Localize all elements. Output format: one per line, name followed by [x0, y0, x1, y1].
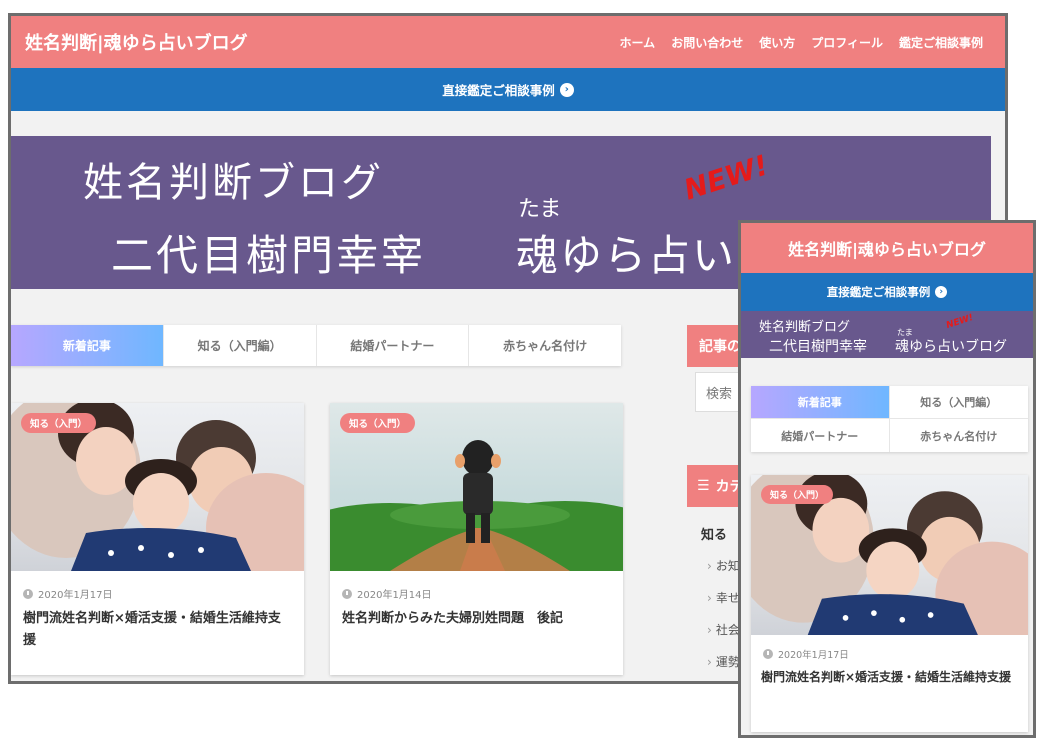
article-card[interactable]: 知る（入門） 2020年1月17日 樹門流姓名判断×婚活支援・結婚生活維持支援 [11, 403, 304, 675]
global-nav: ホーム お問い合わせ 使い方 プロフィール 鑑定ご相談事例 [620, 34, 991, 51]
clock-icon [342, 588, 352, 599]
article-date: 2020年1月17日 [23, 586, 113, 601]
nav-howto[interactable]: 使い方 [759, 34, 795, 51]
mobile-hero-banner[interactable]: 姓名判断ブログ たま 二代目樹門幸宰 魂ゆら占いブログ NEW! [741, 311, 1033, 358]
banner-ruby: たま [518, 197, 562, 222]
banner-line2: 二代目樹門幸宰 [111, 231, 427, 280]
nav-contact[interactable]: お問い合わせ [671, 34, 743, 51]
mobile-consult-cta-bar[interactable]: 直接鑑定ご相談事例 › [741, 273, 1033, 311]
tab-marriage[interactable]: 結婚パートナー [317, 325, 470, 366]
list-icon: ☰ [697, 478, 710, 494]
article-tabs: 新着記事 知る（入門編） 結婚パートナー 赤ちゃん名付け [11, 325, 621, 366]
tab-latest[interactable]: 新着記事 [11, 325, 164, 366]
article-date-text: 2020年1月17日 [778, 650, 849, 661]
mobile-tab-marriage[interactable]: 結婚パートナー [751, 419, 890, 452]
article-date: 2020年1月17日 [763, 647, 849, 661]
mobile-banner-line1: 姓名判断ブログ [759, 320, 851, 335]
article-title[interactable]: 姓名判断からみた夫婦別姓問題 後記 [342, 608, 612, 630]
chevron-right-icon: › [559, 82, 574, 97]
chevron-right-icon: › [935, 286, 948, 298]
article-date: 2020年1月14日 [342, 586, 432, 601]
mobile-site-header: 姓名判断|魂ゆら占いブログ [741, 223, 1033, 273]
nav-cases[interactable]: 鑑定ご相談事例 [899, 34, 983, 51]
mobile-banner-line2: 二代目樹門幸宰 [769, 339, 867, 355]
article-title[interactable]: 樹門流姓名判断×婚活支援・結婚生活維持支援 [23, 608, 293, 652]
mobile-article-card[interactable]: 知る（入門） 2020年1月17日 樹門流姓名判断×婚活支援・結婚生活維持支援 [751, 475, 1028, 732]
site-header: 姓名判断|魂ゆら占いブログ ホーム お問い合わせ 使い方 プロフィール 鑑定ご相… [11, 16, 1005, 68]
mobile-article-tabs: 新着記事 知る（入門編） 結婚パートナー 赤ちゃん名付け [751, 386, 1028, 452]
category-badge[interactable]: 知る（入門） [21, 413, 97, 433]
nav-profile[interactable]: プロフィール [811, 34, 883, 51]
category-group-title[interactable]: 知る [701, 524, 727, 543]
category-badge[interactable]: 知る（入門） [340, 413, 416, 433]
article-date-text: 2020年1月17日 [38, 590, 113, 601]
clock-icon [23, 588, 33, 599]
clock-icon [763, 649, 773, 659]
consult-cta-label: 直接鑑定ご相談事例 [442, 83, 555, 98]
category-item[interactable]: お知 [707, 557, 740, 574]
mobile-site-title[interactable]: 姓名判断|魂ゆら占いブログ [788, 236, 986, 260]
mobile-screenshot: 姓名判断|魂ゆら占いブログ 直接鑑定ご相談事例 › 姓名判断ブログ たま 二代目… [738, 220, 1036, 738]
banner-line1: 姓名判断ブログ [83, 160, 384, 206]
mobile-tab-intro[interactable]: 知る（入門編） [889, 386, 1028, 419]
mobile-banner-new-label: NEW! [945, 312, 975, 332]
category-item[interactable]: 幸せ [707, 589, 740, 606]
article-date-text: 2020年1月14日 [357, 590, 432, 601]
mobile-tab-latest[interactable]: 新着記事 [751, 386, 890, 419]
category-badge[interactable]: 知る（入門） [761, 485, 834, 504]
site-title[interactable]: 姓名判断|魂ゆら占いブログ [25, 29, 248, 55]
consult-cta-bar[interactable]: 直接鑑定ご相談事例 › [11, 68, 1005, 111]
banner-new-label: NEW! [680, 148, 773, 207]
tab-intro[interactable]: 知る（入門編） [164, 325, 317, 366]
tab-baby-naming[interactable]: 赤ちゃん名付け [469, 325, 621, 366]
category-item[interactable]: 社会 [707, 621, 740, 638]
article-title[interactable]: 樹門流姓名判断×婚活支援・結婚生活維持支援 [761, 667, 1021, 688]
category-item[interactable]: 運勢 [707, 653, 740, 670]
mobile-banner-line3: 魂ゆら占いブログ [895, 339, 1007, 355]
article-card[interactable]: 知る（入門） 2020年1月14日 姓名判断からみた夫婦別姓問題 後記 [330, 403, 623, 675]
mobile-tab-baby-naming[interactable]: 赤ちゃん名付け [890, 419, 1029, 452]
mobile-consult-cta-label: 直接鑑定ご相談事例 [826, 285, 931, 299]
nav-home[interactable]: ホーム [620, 34, 656, 51]
